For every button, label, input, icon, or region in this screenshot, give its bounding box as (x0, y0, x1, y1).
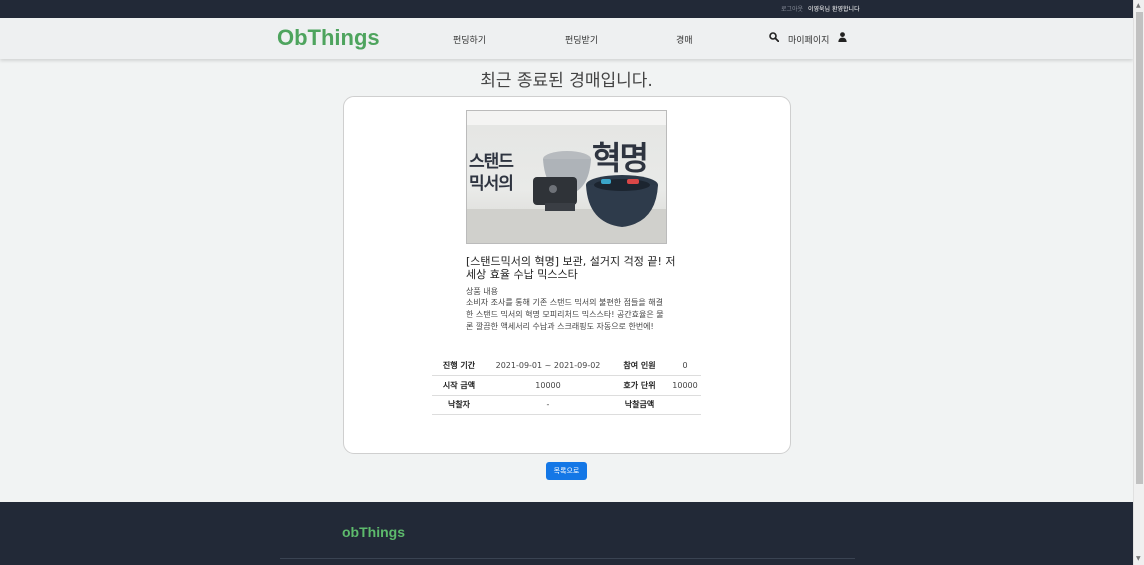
table-row: 진행 기간 2021-09-01 ~ 2021-09-02 참여 인원 0 (432, 356, 701, 376)
scroll-thumb[interactable] (1136, 12, 1143, 484)
table-row: 낙찰자 - 낙찰금액 (432, 395, 701, 415)
scrollbar[interactable]: ▲ ▼ (1133, 0, 1144, 565)
page-title: 최근 종료된 경매입니다. (480, 71, 653, 91)
search-icon[interactable] (769, 32, 779, 42)
image-text-left: 스탠드 믹서의 (469, 152, 514, 194)
logout-link[interactable]: 로그아웃 (781, 4, 803, 13)
description-text: 소비자 조사를 통해 기존 스탠드 믹서의 불편한 점들을 해결한 스탠드 믹서… (466, 298, 664, 331)
nav-get-funding[interactable]: 펀딩받기 (565, 33, 598, 46)
label-winner: 낙찰자 (432, 395, 486, 415)
label-participants: 참여 인원 (610, 356, 669, 376)
value-winner: - (486, 395, 610, 415)
logo[interactable]: ObThings (277, 25, 380, 51)
footer-brand: obThings (342, 524, 405, 540)
label-start-price: 시작 금액 (432, 375, 486, 396)
label-period: 진행 기간 (432, 356, 486, 376)
nav-funding[interactable]: 펀딩하기 (453, 33, 486, 46)
auction-info-table: 진행 기간 2021-09-01 ~ 2021-09-02 참여 인원 0 시작… (432, 356, 701, 415)
value-start-price: 10000 (486, 375, 610, 396)
description-label: 상품 내용 (466, 287, 498, 296)
product-image: 스탠드 믹서의 혁명 (466, 110, 667, 244)
user-icon[interactable] (838, 32, 847, 42)
top-bar: 로그아웃 이영욱님 환영합니다 (0, 0, 1133, 18)
scroll-up-icon[interactable]: ▲ (1136, 2, 1141, 9)
footer-divider (280, 558, 855, 559)
table-row: 시작 금액 10000 호가 단위 10000 (432, 375, 701, 396)
footer: obThings (0, 502, 1133, 565)
product-title: [스탠드믹서의 혁명] 보관, 설거지 걱정 끝! 저세상 효율 수납 믹스스타 (466, 255, 676, 281)
back-to-list-button[interactable]: 목록으로 (546, 462, 587, 480)
value-final-price (669, 395, 701, 415)
image-text-right: 혁명 (592, 139, 649, 177)
label-bid-unit: 호가 단위 (610, 375, 669, 396)
value-bid-unit: 10000 (669, 375, 701, 396)
value-period: 2021-09-01 ~ 2021-09-02 (486, 356, 610, 376)
welcome-text: 이영욱님 환영합니다 (808, 6, 860, 13)
nav-auction[interactable]: 경매 (676, 33, 693, 46)
label-final-price: 낙찰금액 (610, 395, 669, 415)
value-participants: 0 (669, 356, 701, 376)
mypage-link[interactable]: 마이페이지 (788, 33, 829, 46)
scroll-down-icon[interactable]: ▼ (1136, 555, 1141, 562)
header: ObThings 펀딩하기 펀딩받기 경매 마이페이지 (0, 18, 1133, 59)
